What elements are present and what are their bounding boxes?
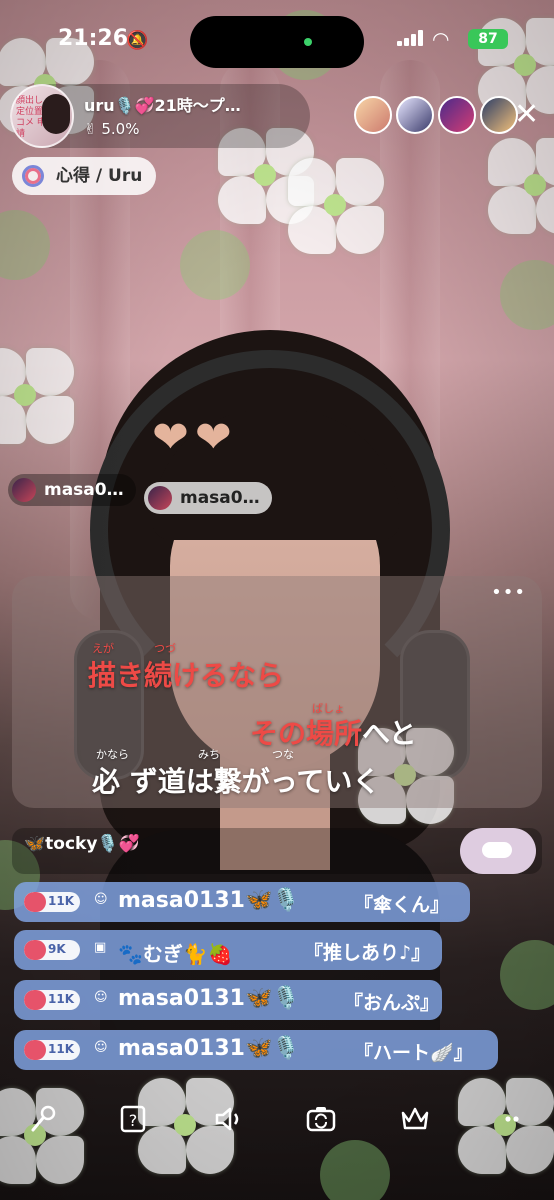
bell-slash-icon: 🔕 — [126, 30, 149, 51]
lyric-line-3: 必 ず道は繋がっていく — [92, 765, 381, 798]
gift-row[interactable]: 11K ☺ masa0131🦋🎙️ 『おんぷ』 — [14, 980, 442, 1020]
music-ring-icon — [22, 165, 44, 187]
lyric-unsung: へと — [362, 717, 417, 750]
sender-deco: 🦋🎙️ — [244, 1036, 300, 1061]
comment-icon: ▣ — [94, 940, 107, 955]
level-badge: 11K — [24, 1040, 80, 1060]
level-value: 11K — [48, 992, 74, 1006]
song-title: 心得 / Uru — [56, 166, 143, 186]
sender-deco: 🦋🎙️ — [244, 986, 300, 1011]
sender-deco: 🦋🎙️ — [244, 888, 300, 913]
sender-name: masa0131 — [118, 1036, 245, 1061]
comment-author: 🦋tocky🎙️💞 — [24, 834, 140, 854]
smile-icon: ☺ — [94, 1040, 108, 1055]
level-badge: 11K — [24, 990, 80, 1010]
viewer-avatar[interactable] — [438, 96, 476, 134]
progress-value: 5.0% — [101, 120, 140, 138]
level-heart-icon — [24, 990, 46, 1010]
sender-name: masa0131 — [118, 986, 245, 1011]
crown-icon[interactable] — [392, 1102, 438, 1148]
song-chip[interactable]: 心得 / Uru — [12, 157, 157, 195]
viewer-avatar[interactable] — [396, 96, 434, 134]
dynamic-island — [190, 16, 364, 68]
level-heart-icon — [24, 1040, 46, 1060]
gift-sender: 🐾むぎ🐈🍓 — [118, 942, 233, 966]
level-heart-icon — [24, 892, 46, 912]
host-card[interactable]: 顔出し 定位置 コメ 申請 uru🎙️💞21時〜プ… ✌︎ 5.0% — [10, 84, 310, 148]
viewer-name-chip[interactable]: masa0… — [8, 474, 136, 506]
level-heart-icon — [24, 940, 46, 960]
gift-sender: masa0131🦋🎙️ — [118, 1036, 300, 1061]
gift-message: 『推しあり♪』 — [304, 942, 431, 964]
status-time: 21:26 — [58, 26, 129, 51]
gift-sender: masa0131🦋🎙️ — [118, 986, 300, 1011]
viewer-avatars — [354, 96, 518, 134]
status-bar: 21:26 🔕 ◠ 87 — [0, 0, 554, 70]
sender-name: masa0131 — [118, 888, 245, 913]
viewer-avatar — [12, 478, 36, 502]
level-value: 11K — [48, 1042, 74, 1056]
viewer-name: masa0… — [180, 488, 260, 508]
host-name[interactable]: uru🎙️💞21時〜プ… — [84, 92, 241, 116]
cloud-sticker-icon[interactable] — [460, 828, 536, 874]
lyric-line-1: 描き続けるなら — [88, 659, 285, 692]
gift-row[interactable]: 9K ▣ 🐾むぎ🐈🍓 『推しあり♪』 — [14, 930, 442, 970]
gift-message: 『傘くん』 — [354, 894, 450, 916]
lyric-sung: その場所 — [250, 717, 363, 750]
lyrics-panel[interactable]: ••• えが つづ 描き続けるなら ばしょ その場所へと かなら みち つな 必… — [12, 576, 542, 808]
svg-text:?: ? — [129, 1111, 138, 1130]
gift-row[interactable]: 11K ☺ masa0131🦋🎙️ 『ハート🪽』 — [14, 1030, 498, 1070]
progress-icon: ✌︎ — [84, 120, 97, 138]
question-box-icon[interactable]: ? — [110, 1102, 156, 1148]
level-badge: 11K — [24, 892, 80, 912]
camera-indicator-icon — [304, 38, 312, 46]
wifi-icon: ◠ — [432, 27, 450, 51]
level-value: 11K — [48, 894, 74, 908]
host-avatar[interactable]: 顔出し 定位置 コメ 申請 — [10, 84, 74, 148]
level-value: 9K — [48, 942, 66, 956]
viewer-name: masa0… — [44, 480, 124, 500]
host-progress: ✌︎ 5.0% — [84, 120, 139, 138]
battery-icon: 87 — [468, 29, 508, 49]
viewer-avatar — [148, 486, 172, 510]
mic-icon[interactable] — [20, 1102, 66, 1148]
gift-message: 『おんぷ』 — [344, 992, 440, 1014]
viewer-avatar[interactable] — [354, 96, 392, 134]
cloud-highlight — [482, 842, 512, 858]
gift-message: 『ハート🪽』 — [354, 1042, 473, 1064]
smile-icon: ☺ — [94, 892, 108, 907]
hearts-sticker: ❤❤ — [152, 412, 238, 463]
camera-flip-icon[interactable] — [298, 1102, 344, 1148]
avatar-figure — [42, 94, 70, 134]
more-icon[interactable]: ••• — [491, 582, 526, 603]
speaker-icon[interactable] — [206, 1102, 252, 1148]
gift-sender: masa0131🦋🎙️ — [118, 888, 300, 913]
viewer-avatar[interactable] — [480, 96, 518, 134]
bottom-toolbar: ? — [0, 1090, 554, 1160]
live-stream-stage: 21:26 🔕 ◠ 87 顔出し 定位置 コメ 申請 uru🎙️💞21時〜プ… … — [0, 0, 554, 1200]
close-icon[interactable]: ✕ — [514, 100, 539, 130]
smile-icon: ☺ — [94, 990, 108, 1005]
gift-row[interactable]: 11K ☺ masa0131🦋🎙️ 『傘くん』 — [14, 882, 470, 922]
more-icon[interactable] — [492, 1102, 538, 1148]
cellular-signal-icon — [397, 30, 423, 46]
viewer-name-chip[interactable]: masa0… — [144, 482, 272, 514]
level-badge: 9K — [24, 940, 80, 960]
